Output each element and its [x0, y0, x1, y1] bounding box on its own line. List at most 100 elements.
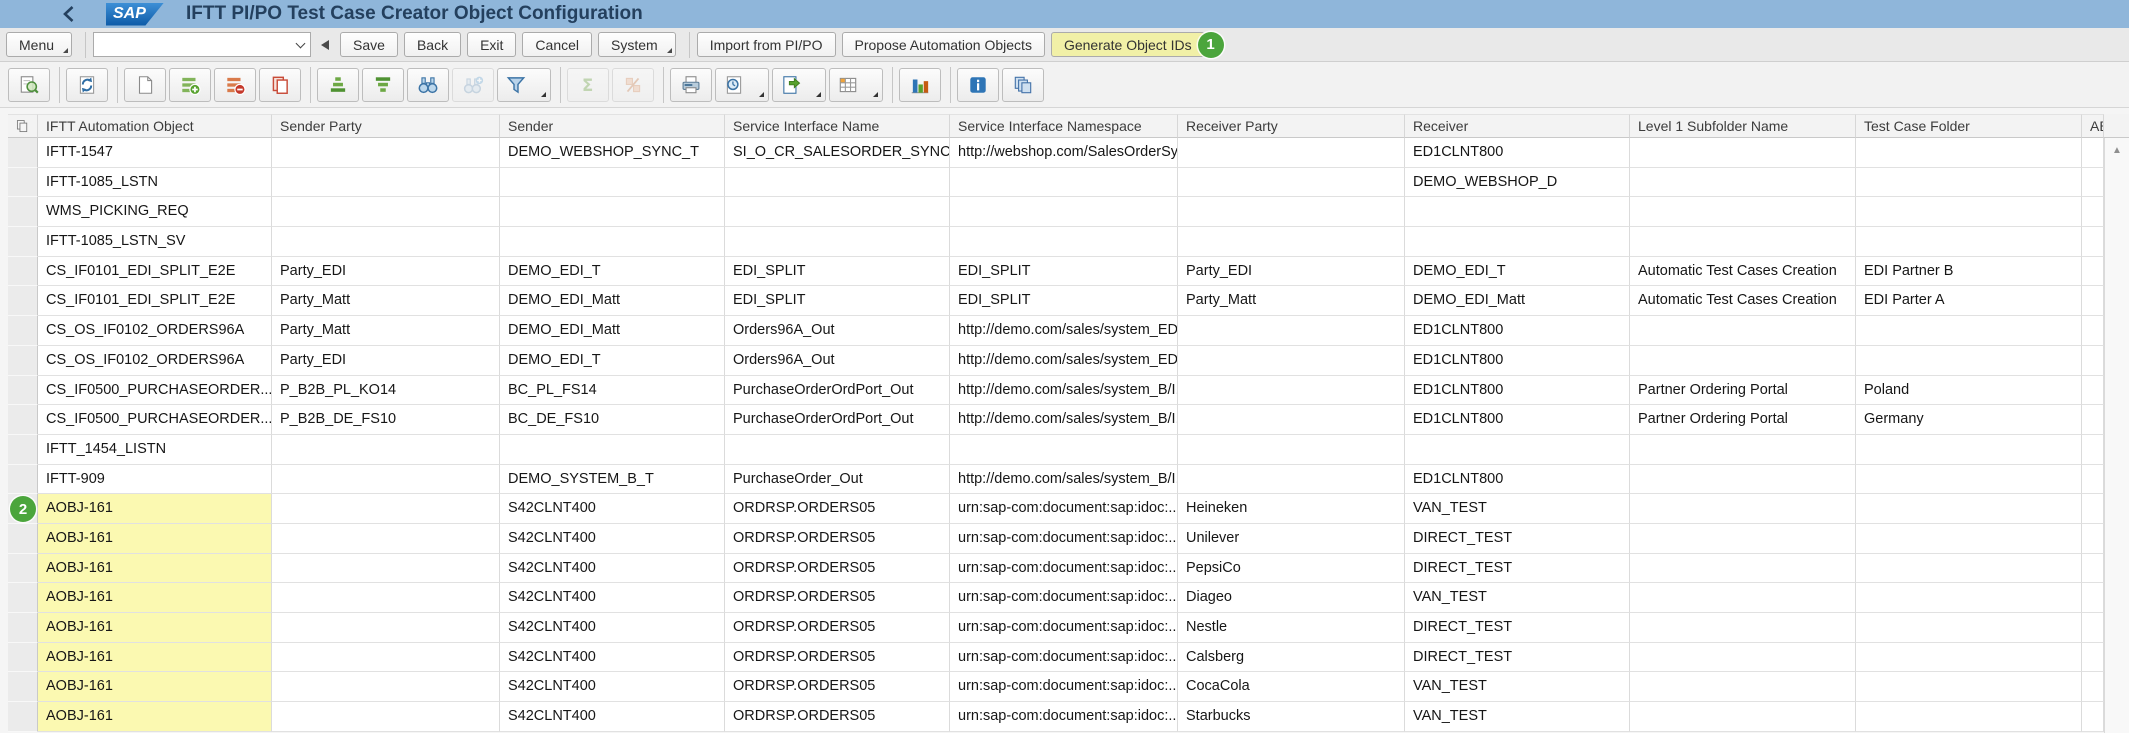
enter-button[interactable]	[316, 32, 334, 57]
grid-cell[interactable]	[272, 613, 500, 643]
grid-cell[interactable]	[1630, 583, 1856, 613]
grid-cell[interactable]	[1856, 643, 2082, 673]
grid-cell[interactable]	[950, 227, 1178, 257]
grid-cell[interactable]: ORDRSP.ORDERS05	[725, 643, 950, 673]
grid-cell[interactable]	[1630, 435, 1856, 465]
grid-cell[interactable]	[272, 583, 500, 613]
grid-cell[interactable]	[2082, 316, 2104, 346]
grid-cell[interactable]	[1856, 524, 2082, 554]
grid-cell[interactable]: IFTT-1547	[38, 138, 272, 168]
grid-cell[interactable]	[2082, 643, 2104, 673]
menu-button[interactable]: Menu	[6, 32, 72, 57]
grid-cell[interactable]: Party_Matt	[272, 316, 500, 346]
row-selector[interactable]	[8, 554, 38, 584]
grid-cell[interactable]: EDI Parter A	[1856, 286, 2082, 316]
grid-cell[interactable]	[1856, 672, 2082, 702]
grid-cell[interactable]	[1178, 465, 1405, 495]
grid-cell[interactable]	[1178, 316, 1405, 346]
row-selector[interactable]	[8, 524, 38, 554]
grid-cell[interactable]: AOBJ-161	[38, 524, 272, 554]
grid-cell[interactable]	[272, 138, 500, 168]
grid-cell[interactable]: Diageo	[1178, 583, 1405, 613]
grid-cell[interactable]	[2082, 168, 2104, 198]
grid-cell[interactable]: DEMO_WEBSHOP_SYNC_T	[500, 138, 725, 168]
grid-cell[interactable]: EDI_SPLIT	[725, 257, 950, 287]
grid-cell[interactable]: ORDRSP.ORDERS05	[725, 494, 950, 524]
grid-cell[interactable]	[725, 168, 950, 198]
grid-cell[interactable]	[1178, 138, 1405, 168]
grid-cell[interactable]	[1856, 197, 2082, 227]
row-selector[interactable]	[8, 583, 38, 613]
grid-cell[interactable]: ED1CLNT800	[1405, 465, 1630, 495]
grid-cell[interactable]	[1178, 435, 1405, 465]
propose-automation-objects-button[interactable]: Propose Automation Objects	[842, 32, 1045, 57]
exit-button[interactable]: Exit	[467, 32, 516, 57]
grid-cell[interactable]	[725, 227, 950, 257]
grid-cell[interactable]: AOBJ-161	[38, 702, 272, 732]
grid-cell[interactable]: AOBJ-161	[38, 583, 272, 613]
export-button[interactable]	[772, 68, 826, 102]
grid-cell[interactable]: EDI Partner B	[1856, 257, 2082, 287]
grid-cell[interactable]: S42CLNT400	[500, 554, 725, 584]
grid-cell[interactable]	[1856, 613, 2082, 643]
grid-cell[interactable]: PurchaseOrderOrdPort_Out	[725, 376, 950, 406]
grid-cell[interactable]: Orders96A_Out	[725, 346, 950, 376]
grid-cell[interactable]	[1630, 554, 1856, 584]
grid-cell[interactable]: EDI_SPLIT	[950, 286, 1178, 316]
set-filter-button[interactable]	[497, 68, 551, 102]
grid-cell[interactable]: CS_IF0500_PURCHASEORDER...	[38, 376, 272, 406]
grid-cell[interactable]: S42CLNT400	[500, 672, 725, 702]
grid-cell[interactable]: Partner Ordering Portal	[1630, 376, 1856, 406]
grid-cell[interactable]: IFTT_1454_LISTN	[38, 435, 272, 465]
grid-cell[interactable]: IFTT-1085_LSTN	[38, 168, 272, 198]
grid-cell[interactable]	[1630, 672, 1856, 702]
scroll-up-icon[interactable]: ▲	[2105, 138, 2129, 162]
grid-cell[interactable]: ED1CLNT800	[1405, 376, 1630, 406]
grid-cell[interactable]	[950, 168, 1178, 198]
grid-cell[interactable]	[1856, 465, 2082, 495]
combo-dropdown-icon[interactable]	[290, 33, 310, 56]
grid-cell[interactable]	[272, 524, 500, 554]
grid-cell[interactable]: ED1CLNT800	[1405, 405, 1630, 435]
grid-cell[interactable]	[1856, 435, 2082, 465]
grid-cell[interactable]	[725, 435, 950, 465]
grid-cell[interactable]: CocaCola	[1178, 672, 1405, 702]
grid-cell[interactable]	[1630, 316, 1856, 346]
grid-cell[interactable]: Party_EDI	[1178, 257, 1405, 287]
row-selector[interactable]	[8, 613, 38, 643]
grid-cell[interactable]: ORDRSP.ORDERS05	[725, 672, 950, 702]
grid-cell[interactable]: DEMO_EDI_Matt	[1405, 286, 1630, 316]
grid-cell[interactable]	[272, 435, 500, 465]
row-selector[interactable]	[8, 197, 38, 227]
column-header[interactable]: IFTT Automation Object	[38, 114, 272, 138]
grid-cell[interactable]	[2082, 494, 2104, 524]
grid-cell[interactable]: S42CLNT400	[500, 702, 725, 732]
row-selector[interactable]	[8, 316, 38, 346]
grid-cell[interactable]: VAN_TEST	[1405, 672, 1630, 702]
grid-cell[interactable]	[2082, 227, 2104, 257]
grid-cell[interactable]	[1856, 494, 2082, 524]
grid-cell[interactable]	[1856, 702, 2082, 732]
row-selector[interactable]	[8, 702, 38, 732]
grid-cell[interactable]: DEMO_EDI_T	[500, 257, 725, 287]
column-header[interactable]: Sender	[500, 114, 725, 138]
grid-cell[interactable]	[1630, 465, 1856, 495]
cancel-button[interactable]: Cancel	[522, 32, 592, 57]
select-all-button[interactable]	[8, 114, 38, 138]
command-input[interactable]	[94, 33, 290, 56]
grid-cell[interactable]	[1856, 316, 2082, 346]
grid-cell[interactable]	[2082, 583, 2104, 613]
copy-entry-button[interactable]	[259, 68, 301, 102]
grid-cell[interactable]	[2082, 286, 2104, 316]
grid-cell[interactable]	[2082, 197, 2104, 227]
grid-cell[interactable]	[1630, 494, 1856, 524]
column-header[interactable]: ABA	[2082, 114, 2104, 138]
grid-cell[interactable]: ORDRSP.ORDERS05	[725, 583, 950, 613]
grid-cell[interactable]: VAN_TEST	[1405, 494, 1630, 524]
grid-cell[interactable]: DEMO_EDI_T	[500, 346, 725, 376]
grid-cell[interactable]	[272, 672, 500, 702]
grid-cell[interactable]	[1178, 227, 1405, 257]
grid-cell[interactable]	[1630, 702, 1856, 732]
grid-cell[interactable]: urn:sap-com:document:sap:idoc:...	[950, 643, 1178, 673]
grid-cell[interactable]	[1630, 138, 1856, 168]
